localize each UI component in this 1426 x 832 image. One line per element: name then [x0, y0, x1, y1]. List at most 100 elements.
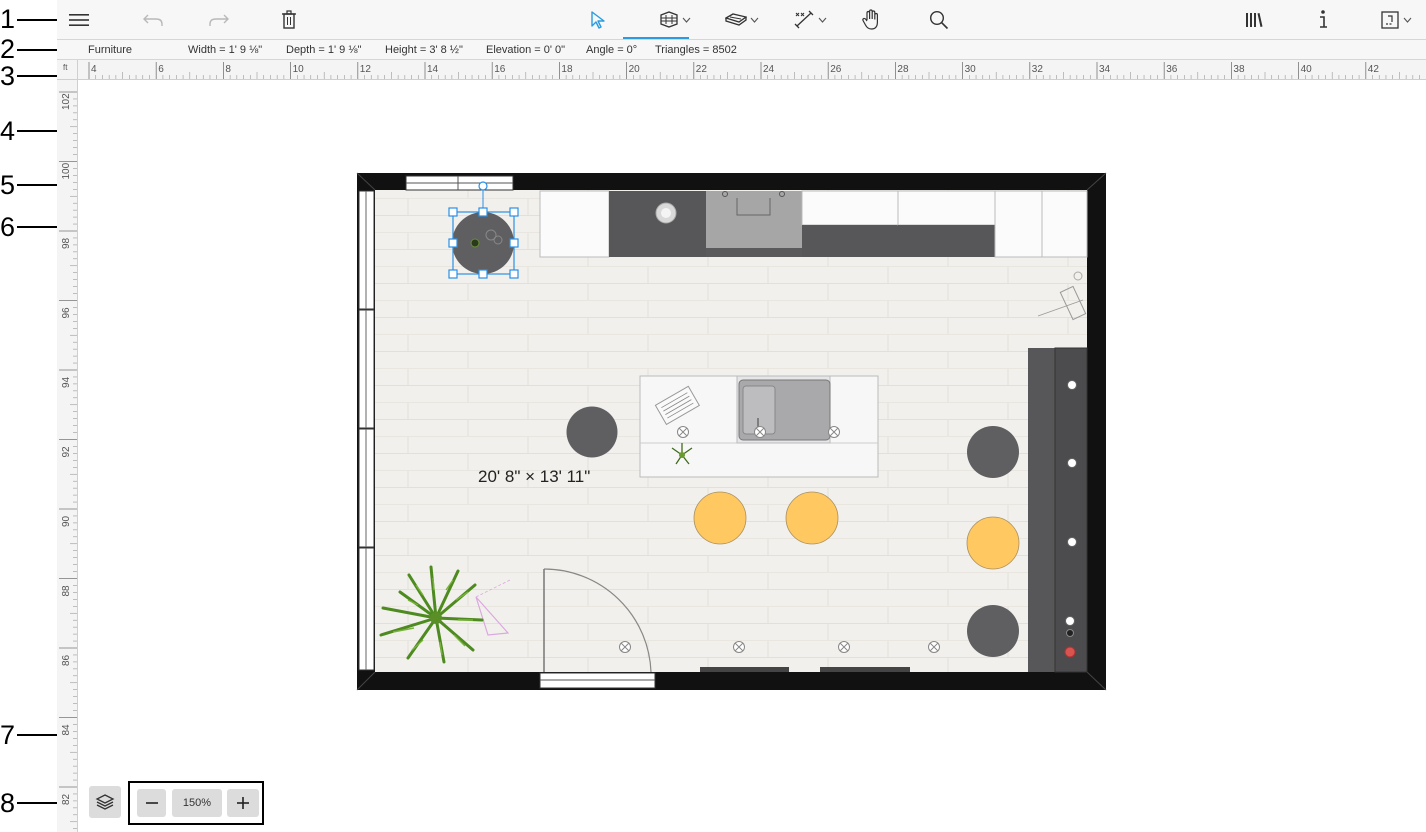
ruler-label: 42: [1368, 64, 1380, 75]
chevron-down-icon: [818, 17, 827, 23]
ruler-label: 102: [61, 93, 72, 110]
chevron-down-icon: [1403, 17, 1412, 23]
delete-button[interactable]: [275, 4, 303, 36]
callout-4: 4: [0, 116, 16, 146]
trash-icon: [282, 10, 296, 29]
ruler-label: 36: [1166, 64, 1178, 75]
ruler-label: 24: [763, 64, 775, 75]
callout-2: 2: [0, 34, 16, 64]
ruler-label: 30: [965, 64, 977, 75]
floor-plan-drawing: [356, 172, 1107, 691]
chevron-down-icon: [682, 17, 691, 23]
ruler-label: 90: [61, 515, 72, 527]
bottom-window[interactable]: [539, 672, 656, 689]
callout-8: 8: [0, 788, 16, 818]
info-height: Height = 3' 8 ½": [385, 44, 463, 56]
ruler-label: 12: [360, 64, 372, 75]
dimension-tool-icon: [794, 10, 814, 29]
undo-button[interactable]: [139, 4, 167, 36]
floor-vent-left[interactable]: [700, 667, 789, 672]
ruler-label: 18: [561, 64, 573, 75]
bar-stool-3[interactable]: [966, 516, 1020, 570]
callout-6: 6: [0, 212, 16, 242]
info-angle: Angle = 0°: [586, 44, 638, 56]
ruler-label: 26: [830, 64, 842, 75]
info-button[interactable]: [1309, 4, 1337, 36]
undo-icon: [143, 14, 163, 26]
dimension-tool-button[interactable]: [789, 4, 831, 36]
zoom-out-button[interactable]: [137, 789, 166, 817]
right-tall-cabinets[interactable]: [1028, 347, 1088, 673]
ruler-label: 22: [696, 64, 708, 75]
vertical-ruler[interactable]: 102 100 98 96 94 92 90 88 86 84 82: [57, 80, 78, 832]
callout-1-line: [17, 19, 59, 21]
info-icon: [1320, 10, 1327, 28]
selection-info-bar: Furniture Width = 1' 9 ⅛" Depth = 1' 9 ⅛…: [57, 40, 1426, 60]
wall-tool-button[interactable]: [655, 4, 695, 36]
plus-icon: [237, 797, 249, 809]
ruler-label: 16: [494, 64, 506, 75]
magnifier-icon: [929, 10, 949, 30]
library-button[interactable]: [1240, 4, 1268, 36]
ruler-label: 20: [629, 64, 641, 75]
bar-stool-1[interactable]: [693, 491, 747, 545]
hamburger-menu-icon: [69, 14, 89, 26]
room-dimensions-label: 20' 8" × 13' 11": [478, 467, 591, 486]
wall-brick-icon: [660, 11, 678, 28]
ruler-label: 14: [427, 64, 439, 75]
side-table[interactable]: [566, 406, 618, 458]
redo-button[interactable]: [205, 4, 233, 36]
info-depth: Depth = 1' 9 ⅛": [286, 44, 362, 56]
main-toolbar: [57, 0, 1426, 40]
floor-tool-button[interactable]: [722, 4, 762, 36]
layers-button[interactable]: [89, 786, 121, 818]
callout-3-line: [17, 75, 61, 77]
ruler-label: 94: [61, 376, 72, 388]
select-tool-button[interactable]: [584, 4, 612, 36]
info-width: Width = 1' 9 ⅛": [188, 44, 263, 56]
layers-icon: [95, 794, 115, 810]
zoom-level-display[interactable]: 150%: [172, 789, 222, 817]
floor-tile-icon: [725, 13, 747, 26]
ruler-label: 32: [1032, 64, 1044, 75]
ruler-label: 8: [225, 64, 231, 75]
top-counter-cabinets[interactable]: [539, 190, 1088, 258]
stool-dark-2[interactable]: [967, 605, 1019, 657]
ruler-label: 84: [61, 724, 72, 736]
zoom-in-button[interactable]: [227, 789, 259, 817]
rotate-handle[interactable]: [478, 181, 488, 191]
export-view-button[interactable]: [1375, 4, 1417, 36]
stool-dark-1[interactable]: [967, 426, 1019, 478]
ruler-label: 98: [61, 237, 72, 249]
floor-vent-right[interactable]: [820, 667, 910, 672]
ruler-unit-label: ft: [57, 60, 78, 80]
ruler-label: 96: [61, 307, 72, 319]
chevron-down-icon: [750, 17, 759, 23]
app-window: 1 2 3 4 5 6 7 8 Furniture Width = 1' 9 ⅛…: [0, 0, 1426, 832]
horizontal-ruler[interactable]: 4 6 8 10 12 14 16 18 20 22 24 26 28 30 32 34 36 38 40 42: [57, 60, 1426, 80]
menu-button[interactable]: [65, 4, 93, 36]
floor-plan-canvas[interactable]: 20' 8" × 13' 11": [78, 80, 1426, 832]
ruler-label: 92: [61, 446, 72, 458]
ruler-label: 38: [1233, 64, 1245, 75]
pointer-arrow-icon: [591, 11, 605, 29]
vertical-ruler-ticks: 102 100 98 96 94 92 90 88 86 84 82: [59, 91, 77, 830]
ruler-label: 86: [61, 654, 72, 666]
ruler-label: 82: [61, 793, 72, 805]
pan-tool-button[interactable]: [857, 4, 885, 36]
hand-icon: [862, 9, 878, 30]
ruler-label: 40: [1301, 64, 1313, 75]
export-view-icon: [1381, 11, 1399, 29]
bar-stool-2[interactable]: [785, 491, 839, 545]
ruler-label: 34: [1099, 64, 1111, 75]
callout-5: 5: [0, 170, 16, 200]
zoom-tool-button[interactable]: [925, 4, 953, 36]
left-windows[interactable]: [358, 190, 375, 671]
library-books-icon: [1246, 13, 1263, 27]
ruler-label: 6: [158, 64, 164, 75]
top-window[interactable]: [405, 175, 514, 191]
callout-7: 7: [0, 720, 16, 750]
minus-icon: [145, 802, 158, 804]
ruler-label: 4: [91, 64, 97, 75]
ruler-label: 100: [61, 162, 72, 179]
